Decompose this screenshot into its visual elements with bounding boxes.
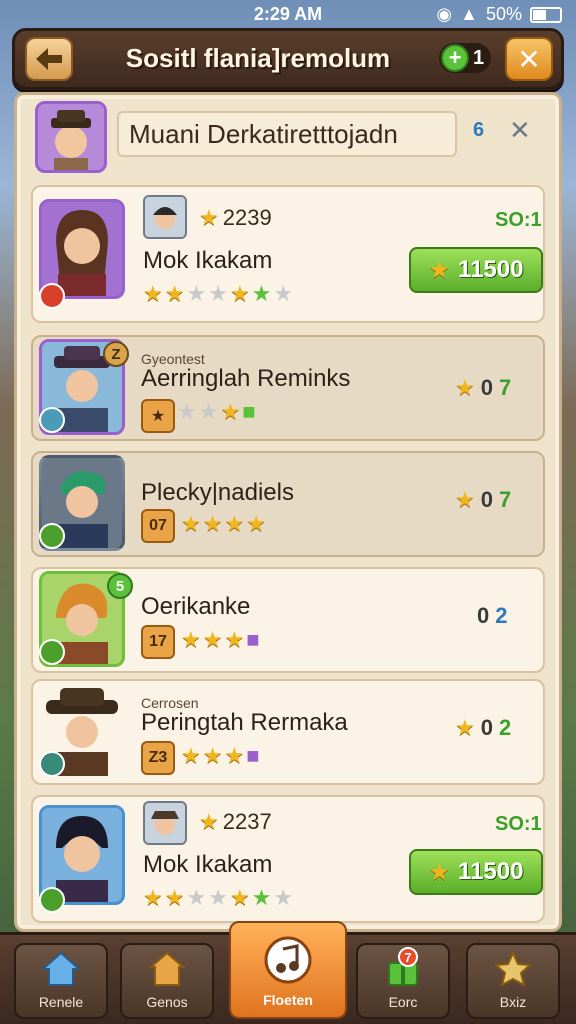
star-icon: ★	[455, 715, 475, 740]
star-icon: ★	[455, 487, 475, 512]
fire-badge-icon	[39, 283, 65, 309]
star-rating: ★ ★ ★ ★	[181, 511, 266, 536]
list-item[interactable]: Plecky|nadiels 07 ★ ★ ★ ★ ★ 0 7	[31, 451, 545, 557]
list-item[interactable]: Cerrosen Peringtah Rermaka Z3 ★ ★ ★ ■ ★ 0 2	[31, 679, 545, 785]
leaf-badge-icon	[39, 751, 65, 777]
nav-item-eorc[interactable]: 7 Eorc	[356, 943, 450, 1019]
nav-item-music[interactable]: Floeten	[229, 921, 347, 1019]
score: ★ 2237	[199, 809, 272, 834]
small-avatar	[143, 195, 187, 239]
rank-badge: Z	[103, 341, 129, 367]
level-tag: 07	[141, 509, 175, 543]
battery-percent: 50%	[485, 4, 522, 24]
star-icon: ★	[199, 205, 219, 230]
stat-readout: 02	[477, 603, 508, 628]
star-icon: ★	[428, 256, 451, 284]
wifi-icon: ◉	[436, 4, 453, 24]
star-level-icon: ★	[141, 399, 175, 433]
plus-icon: +	[441, 44, 469, 72]
leaf-badge-icon	[39, 639, 65, 665]
star-rating: ★ ★ ★ ★ ■	[141, 399, 256, 433]
page-title: Sositl flania]remolum	[125, 43, 391, 73]
close-button[interactable]: ✕	[505, 37, 553, 81]
bottom-nav: Renele Genos Floeten 7 Eorc Bxiz	[0, 921, 576, 1024]
status-tag: SO:1	[495, 813, 542, 835]
player-name: Mok Ikakam	[143, 247, 273, 274]
add-friend-badge[interactable]: + 1	[439, 43, 491, 73]
star-icon	[493, 950, 533, 987]
player-name: Oerikanke	[141, 593, 251, 620]
stat-readout: ★ 0 2	[455, 715, 512, 740]
nav-label: Floeten	[263, 992, 313, 1008]
shield-badge-icon	[39, 407, 65, 433]
player-profile: Muani Derkatiretttojadn 6 ✕	[35, 101, 545, 173]
list-item[interactable]: ★ 2237 SO:1 Mok Ikakam ★ ★ ★ ★ ★ ★ ★ ★ 11500	[31, 795, 545, 923]
battery-icon	[530, 6, 562, 23]
star-rating: ★ ★ ★ ★ ★ ★ ★	[143, 281, 294, 306]
rank-badge: 5	[107, 573, 133, 599]
player-name: Aerringlah Reminks	[141, 365, 351, 392]
top-header: Sositl flania]remolum + 1 ✕	[12, 28, 564, 90]
status-bar: 2:29 AM ◉ ▲ 50%	[0, 0, 576, 30]
stat-readout: ★ 0 7	[455, 375, 512, 400]
level-tag: Z3	[141, 741, 175, 775]
signal-icon: ▲	[460, 4, 478, 24]
music-icon	[264, 936, 312, 984]
star-icon: ★	[455, 375, 475, 400]
purchase-button[interactable]: ★ 11500	[409, 849, 543, 895]
list-item[interactable]: Z Gyeontest Aerringlah Reminks ★ ★ ★ ★ ■ ★ 0 7	[31, 335, 545, 441]
player-name: Muani Derkatiretttojadn	[117, 111, 457, 157]
star-icon: ★	[199, 809, 219, 834]
player-name: Mok Ikakam	[143, 851, 273, 878]
star-rating: ★ ★ ★ ★ ★ ★ ★	[143, 885, 294, 910]
player-count: 6	[473, 119, 485, 141]
stat-readout: ★ 0 7	[455, 487, 512, 512]
leaf-badge-icon	[39, 523, 65, 549]
star-rating: ★ ★ ★ ■	[181, 743, 260, 768]
nav-item-home[interactable]: Renele	[14, 943, 108, 1019]
status-tag: SO:1	[495, 209, 542, 231]
score: ★ 2239	[199, 205, 272, 230]
nav-label: Bxiz	[499, 994, 527, 1010]
nav-label: Renele	[38, 994, 84, 1010]
home-icon	[40, 951, 82, 986]
clear-icon[interactable]: ✕	[509, 115, 531, 146]
back-button[interactable]	[25, 37, 73, 81]
nav-item-bxiz[interactable]: Bxiz	[466, 943, 560, 1019]
leaderboard-panel: Muani Derkatiretttojadn 6 ✕ ★ 2239 SO:1 M…	[14, 92, 562, 932]
leaf-badge-icon	[39, 887, 65, 913]
nav-label: Eorc	[388, 994, 418, 1010]
star-icon: ★	[428, 858, 451, 886]
list-item[interactable]: 5 Oerikanke 17 ★ ★ ★ ■ 02	[31, 567, 545, 673]
player-name: Plecky|nadiels	[141, 479, 294, 506]
nav-item-genos[interactable]: Genos	[120, 943, 214, 1019]
player-avatar[interactable]	[35, 101, 107, 173]
list-item[interactable]: ★ 2239 SO:1 Mok Ikakam ★ ★ ★ ★ ★ ★ ★ ★ 11500	[31, 185, 545, 323]
house-icon	[148, 951, 186, 986]
level-tag: 17	[141, 625, 175, 659]
star-rating: ★ ★ ★ ■	[181, 627, 260, 652]
add-count: 1	[473, 46, 485, 69]
notification-badge: 7	[398, 947, 418, 967]
player-name: Peringtah Rermaka	[141, 709, 348, 736]
purchase-button[interactable]: ★ 11500	[409, 247, 543, 293]
small-avatar	[143, 801, 187, 845]
nav-label: Genos	[146, 994, 188, 1010]
back-arrow-icon	[36, 48, 62, 70]
